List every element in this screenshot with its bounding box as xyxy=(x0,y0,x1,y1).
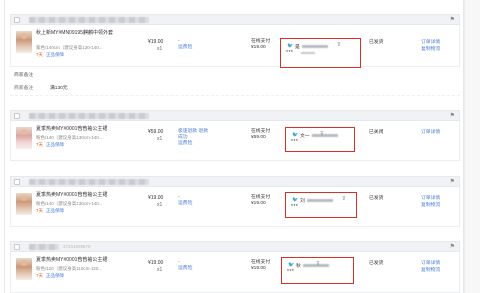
freight-insurance-link[interactable]: 运费险 xyxy=(178,141,208,147)
buyer-name[interactable]: 文一 xyxy=(300,132,338,139)
unit-price: ¥19.00 xyxy=(148,260,164,266)
payment-info: 在线支付 ¥19.00 xyxy=(251,39,271,50)
copy-logistics-link[interactable]: 复制物流 xyxy=(421,267,440,274)
buyer-name[interactable]: 刘 xyxy=(300,197,333,204)
order-number-partial: 37251599679 xyxy=(63,244,91,249)
guarantee-badge: 7天 正品保障 xyxy=(36,208,65,213)
copy-logistics-link[interactable]: 复制物流 xyxy=(421,202,440,209)
order-row: 夏季热卖MY#0001苞苞袖公主裙 粉色/120（建议身高110cm-120..… xyxy=(10,252,460,293)
order-actions: 订单详情 xyxy=(421,129,440,136)
unit-price: ¥19.00 xyxy=(148,39,164,45)
order-checkbox[interactable] xyxy=(14,244,20,250)
order-status: 已发货 xyxy=(369,261,384,266)
order-header: 37251599679 ⚑ xyxy=(10,241,460,252)
order-checkbox[interactable] xyxy=(14,17,20,23)
order-checkbox[interactable] xyxy=(14,113,20,119)
order-detail-link[interactable]: 订单详情 xyxy=(421,39,440,46)
buyer-info-box: 🐦 是 ⊽ *** xyxy=(280,38,361,68)
wangwang-icon[interactable]: 🐦 xyxy=(292,197,298,203)
product-spec: 粉色/140（建议身高130cm-140... xyxy=(36,135,103,140)
chat-icon[interactable]: ⊽ xyxy=(342,196,346,202)
order-detail-link[interactable]: 订单详情 xyxy=(421,129,440,136)
buyer-info-box: 🐦 秋 ⊽ *** xyxy=(281,257,354,284)
product-thumbnail[interactable] xyxy=(16,193,32,215)
guarantee-badge: 7天 正品保障 xyxy=(36,52,65,57)
product-title[interactable]: 秋上新MY#MN09195麒麟中领外套 xyxy=(36,30,116,37)
order-list-panel: ⚑ 秋上新MY#MN09195麒麟中领外套 紫色/140cm（建议身高130-1… xyxy=(4,0,464,293)
order-checkbox[interactable] xyxy=(14,179,20,185)
order-actions: 订单详情 复制物流 xyxy=(421,195,440,209)
order-row: 秋上新MY#MN09195麒麟中领外套 紫色/140cm（建议身高130-140… xyxy=(10,25,460,68)
freight-insurance-link[interactable]: 运费险 xyxy=(178,201,192,207)
note-value: 满130元 xyxy=(50,86,68,91)
copy-logistics-link[interactable]: 复制物流 xyxy=(421,46,440,53)
flag-icon[interactable]: ⚑ xyxy=(450,244,455,250)
flag-icon[interactable]: ⚑ xyxy=(450,17,455,23)
product-title[interactable]: 夏季热卖MY#0001苞苞袖公主裙 xyxy=(36,126,116,133)
order-meta-blurred xyxy=(29,244,59,250)
payment-info: 在线支付 ¥19.00 xyxy=(251,195,271,206)
order-detail-link[interactable]: 订单详情 xyxy=(421,260,440,267)
wangwang-icon[interactable]: 🐦 xyxy=(287,43,293,49)
quantity: x1 xyxy=(157,136,163,142)
order-detail-link[interactable]: 订单详情 xyxy=(421,195,440,202)
freight-insurance-link[interactable]: 运费险 xyxy=(178,45,192,51)
order-row: 夏季热卖MY#0001苞苞袖公主裙 粉色/140（建议身高130cm-140..… xyxy=(10,187,460,227)
buyer-name[interactable]: 是 xyxy=(295,43,328,50)
guarantee-badge: 7天 正品保障 xyxy=(36,273,65,278)
seller-note-label: 商家备注 xyxy=(14,73,34,78)
note-label: 商家备注 xyxy=(14,86,34,91)
payment-info: 在线支付 ¥19.00 xyxy=(251,260,271,271)
buyer-masked: *** xyxy=(291,204,299,210)
order-meta-blurred xyxy=(29,179,149,185)
order-status: 已关闭 xyxy=(369,130,384,135)
order-actions: 订单详情 复制物流 xyxy=(421,260,440,274)
product-thumbnail[interactable] xyxy=(16,258,32,280)
after-sale-service: - 运费险 xyxy=(178,260,193,272)
product-spec: 粉色/140（建议身高130cm-140... xyxy=(36,201,103,206)
flag-icon[interactable]: ⚑ xyxy=(450,179,455,185)
quantity: x1 xyxy=(157,46,163,52)
after-sale-service: - 运费险 xyxy=(178,195,193,207)
unit-price: ¥19.00 xyxy=(148,195,164,201)
quantity: x1 xyxy=(157,267,163,273)
order-header: ⚑ xyxy=(10,110,460,121)
order-meta-blurred xyxy=(29,113,149,119)
quantity: x1 xyxy=(157,202,163,208)
flag-icon[interactable]: ⚑ xyxy=(450,113,455,119)
after-sale-service: - 运费险 xyxy=(178,39,193,51)
order-status: 已发货 xyxy=(369,40,384,45)
freight-insurance-link[interactable]: 运费险 xyxy=(178,266,192,272)
order-row: 夏季热卖MY#0001苞苞袖公主裙 粉色/140（建议身高130cm-140..… xyxy=(10,121,460,161)
payment-info: 在线支付 ¥59.00 xyxy=(251,129,271,140)
buyer-masked: *** xyxy=(287,269,295,275)
chat-icon[interactable]: ⊽ xyxy=(337,42,341,48)
order-actions: 订单详情 复制物流 xyxy=(421,39,440,53)
buyer-masked: *** xyxy=(286,50,294,56)
wangwang-icon[interactable]: 🐦 xyxy=(292,132,298,138)
product-thumbnail[interactable] xyxy=(16,31,32,53)
buyer-info-box: 🐦 刘 ⊽ *** xyxy=(285,192,357,218)
buyer-name[interactable]: 秋 xyxy=(296,262,329,269)
chat-icon[interactable]: ⊽ xyxy=(320,131,324,137)
seller-note-row: 商家备注 xyxy=(10,68,460,79)
product-title[interactable]: 夏季热卖MY#0001苞苞袖公主裙 xyxy=(36,192,116,199)
order-header: ⚑ xyxy=(10,14,460,25)
buyer-info-box: 🐦 文一 ⊽ *** xyxy=(285,127,355,152)
unit-price: ¥59.00 xyxy=(148,129,164,135)
product-spec: 紫色/140cm（建议身高130-140... xyxy=(36,45,103,50)
product-thumbnail[interactable] xyxy=(16,127,32,149)
after-sale-service: 极速退款 退款 成功 运费险 xyxy=(178,129,209,147)
scrollbar[interactable] xyxy=(464,0,480,293)
order-header: ⚑ xyxy=(10,176,460,187)
order-status: 已发货 xyxy=(369,196,384,201)
order-meta-blurred xyxy=(29,17,149,23)
product-spec: 粉色/120（建议身高110cm-120... xyxy=(36,266,103,271)
chat-icon[interactable]: ⊽ xyxy=(316,261,320,267)
buyer-masked: *** xyxy=(291,139,299,145)
product-title[interactable]: 夏季热卖MY#0001苞苞袖公主裙 xyxy=(36,257,116,264)
guarantee-badge: 7天 正品保障 xyxy=(36,142,65,147)
wangwang-icon[interactable]: 🐦 xyxy=(288,262,294,268)
seller-note: 商家备注 满130元 xyxy=(10,80,460,96)
